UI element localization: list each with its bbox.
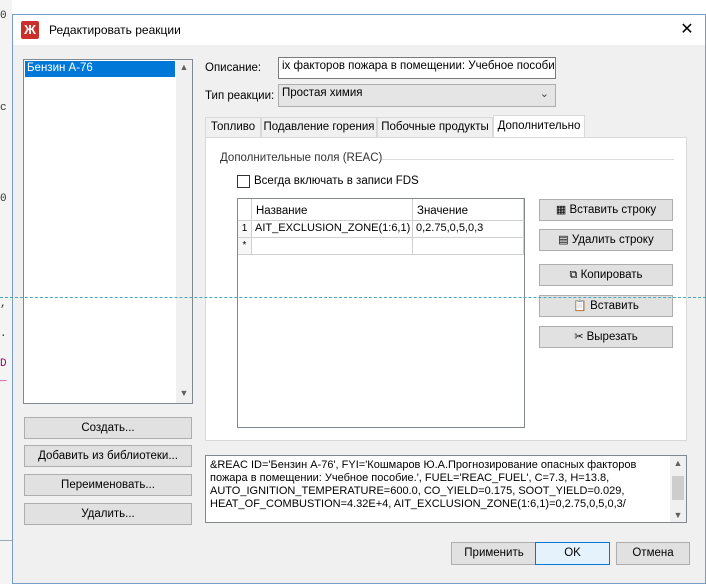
preview-scrollbar[interactable]: ▲ ▼ [670,456,686,522]
ok-button[interactable]: OK [535,542,610,565]
description-label: Описание: [205,62,262,74]
extra-fields-group-label: Дополнительные поля (REAC) [220,152,383,164]
apply-button[interactable]: Применить [451,542,537,565]
scroll-down-icon[interactable]: ▼ [670,509,686,522]
scroll-thumb[interactable] [672,476,684,500]
row-number: * [238,238,252,255]
background-text: D [0,358,7,370]
delete-row-button[interactable]: ▤ Удалить строку [539,229,673,251]
delete-row-icon: ▤ [558,234,569,246]
cut-label: Вырезать [586,331,638,343]
dialog-title: Редактировать реакции [49,23,181,37]
copy-label: Копировать [580,269,643,281]
background-text: c [0,102,7,114]
scroll-up-icon[interactable]: ▲ [176,62,192,72]
table-cell-name[interactable]: AIT_EXCLUSION_ZONE(1:6,1) [252,221,413,238]
list-item[interactable]: Бензин А-76 [25,61,175,77]
guide-line [0,297,706,298]
row-number: 1 [238,221,252,238]
reaction-type-select[interactable]: Простая химия ⌄ [278,84,556,107]
tab-byproducts[interactable]: Побочные продукты [377,117,493,137]
scissors-icon: ✂ [574,331,584,343]
background-text: 0 [0,193,7,205]
group-divider [382,159,674,160]
delete-button[interactable]: Удалить... [24,503,192,525]
reaction-type-value: Простая химия [282,87,363,99]
insert-row-icon: ▦ [555,204,567,216]
cut-button[interactable]: ✂ Вырезать [539,326,673,348]
scroll-up-icon[interactable]: ▲ [670,457,686,470]
add-from-library-button[interactable]: Добавить из библиотеки... [24,445,192,467]
close-icon: ✕ [680,21,694,38]
background-text: . [0,328,7,340]
tab-panel-additional: Дополнительные поля (REAC) Всегда включа… [205,137,687,441]
edit-reactions-dialog: Ж Редактировать реакции ✕ Бензин А-76 ▲ … [12,14,706,584]
fire-reaction-icon: Ж [21,21,39,39]
table-corner [238,199,252,221]
cancel-button[interactable]: Отмена [616,542,690,565]
preview-line: &REAC ID='Бензин А-76', FYI='Кошмаров Ю.… [210,459,637,471]
tab-additional[interactable]: Дополнительно [493,115,585,138]
background-text: 0 [0,10,7,22]
table-cell-value[interactable] [413,238,524,255]
copy-button[interactable]: ⧉ Копировать [539,264,673,286]
paste-button[interactable]: 📋 Вставить [539,295,673,317]
description-field[interactable]: іх факторов пожара в помещении: Учебное … [278,57,556,79]
close-button[interactable]: ✕ [669,15,705,45]
always-include-checkbox[interactable] [237,175,250,188]
background-divider [0,540,12,541]
title-bar: Ж Редактировать реакции ✕ [13,15,705,45]
list-scrollbar[interactable]: ▲ ▼ [176,60,192,403]
insert-row-button[interactable]: ▦ Вставить строку [539,199,673,221]
background-text: _ [0,372,7,384]
always-include-label: Всегда включать в записи FDS [254,175,419,187]
reactions-list[interactable]: Бензин А-76 ▲ ▼ [23,59,193,404]
chevron-down-icon: ⌄ [539,88,549,100]
column-header-name[interactable]: Название [252,199,413,221]
copy-icon: ⧉ [569,269,578,281]
background-text: , [0,298,7,310]
preview-line: пожара в помещении: Учебное пособие.', F… [210,472,610,484]
tab-suppression[interactable]: Подавление горения [261,117,377,137]
reaction-type-label: Тип реакции: [205,90,275,102]
tab-fuel[interactable]: Топливо [205,117,261,137]
delete-row-label: Удалить строку [571,234,654,246]
paste-icon: 📋 [573,300,587,312]
fds-preview-text[interactable]: &REAC ID='Бензин А-76', FYI='Кошмаров Ю.… [205,455,687,523]
table-cell-name[interactable] [252,238,413,255]
scroll-down-icon[interactable]: ▼ [176,388,192,398]
rename-button[interactable]: Переименовать... [24,474,192,496]
preview-line: AUTO_IGNITION_TEMPERATURE=600.0, CO_YIEL… [210,485,625,497]
extra-fields-table[interactable]: Название Значение 1 AIT_EXCLUSION_ZONE(1… [237,198,525,428]
column-header-value[interactable]: Значение [413,199,524,221]
insert-row-label: Вставить строку [569,204,657,216]
create-button[interactable]: Создать... [24,417,192,439]
background-app [0,0,12,584]
table-cell-value[interactable]: 0,2.75,0,5,0,3 [413,221,524,238]
preview-line: HEAT_OF_COMBUSTION=4.32E+4, AIT_EXCLUSIO… [210,498,626,510]
paste-label: Вставить [590,300,639,312]
